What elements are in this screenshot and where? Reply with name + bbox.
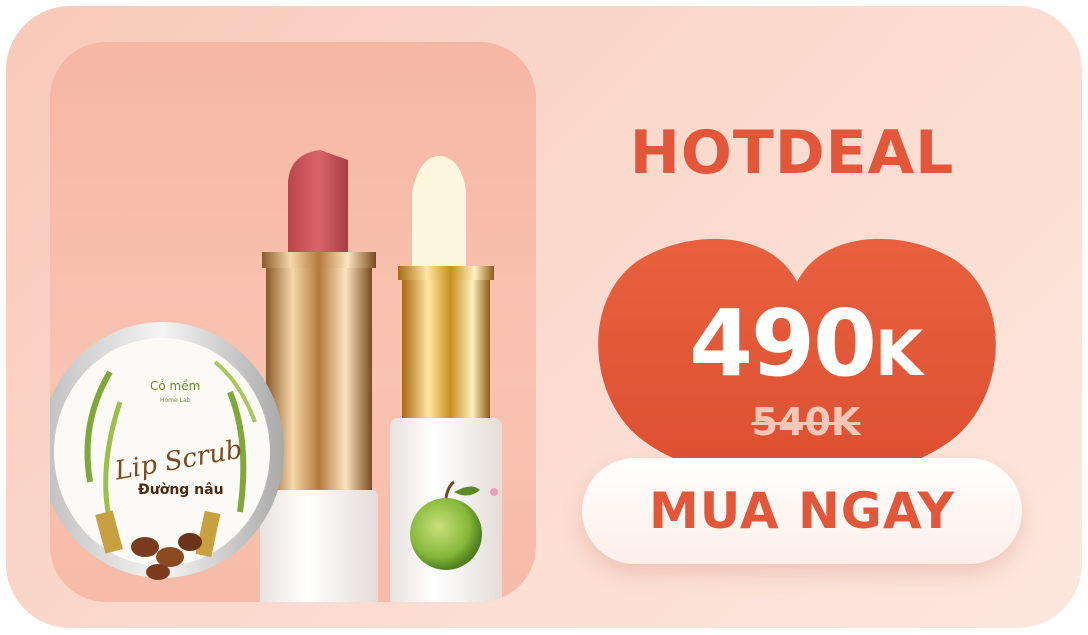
- brand-sub-text: Home Lab: [160, 397, 191, 404]
- buy-now-button[interactable]: MUA NGAY: [582, 458, 1022, 564]
- deal-price: 490K: [606, 290, 1006, 397]
- lip-balm-image: [390, 155, 502, 602]
- product-photo: Cỏ mềm Home Lab Lip Scrub Đường nâu: [50, 42, 536, 602]
- promo-banner[interactable]: Cỏ mềm Home Lab Lip Scrub Đường nâu HOTD…: [6, 6, 1082, 628]
- lip-scrub-jar-image: Cỏ mềm Home Lab Lip Scrub Đường nâu: [50, 322, 284, 580]
- brand-logo-text: Cỏ mềm: [150, 379, 200, 393]
- original-price: 540K: [751, 400, 861, 444]
- price-unit: K: [875, 317, 924, 390]
- jar-label-text: Đường nâu: [138, 482, 224, 498]
- price-value: 490: [688, 290, 877, 397]
- red-lipstick-image: [260, 150, 378, 602]
- hotdeal-headline: HOTDEAL: [629, 118, 955, 188]
